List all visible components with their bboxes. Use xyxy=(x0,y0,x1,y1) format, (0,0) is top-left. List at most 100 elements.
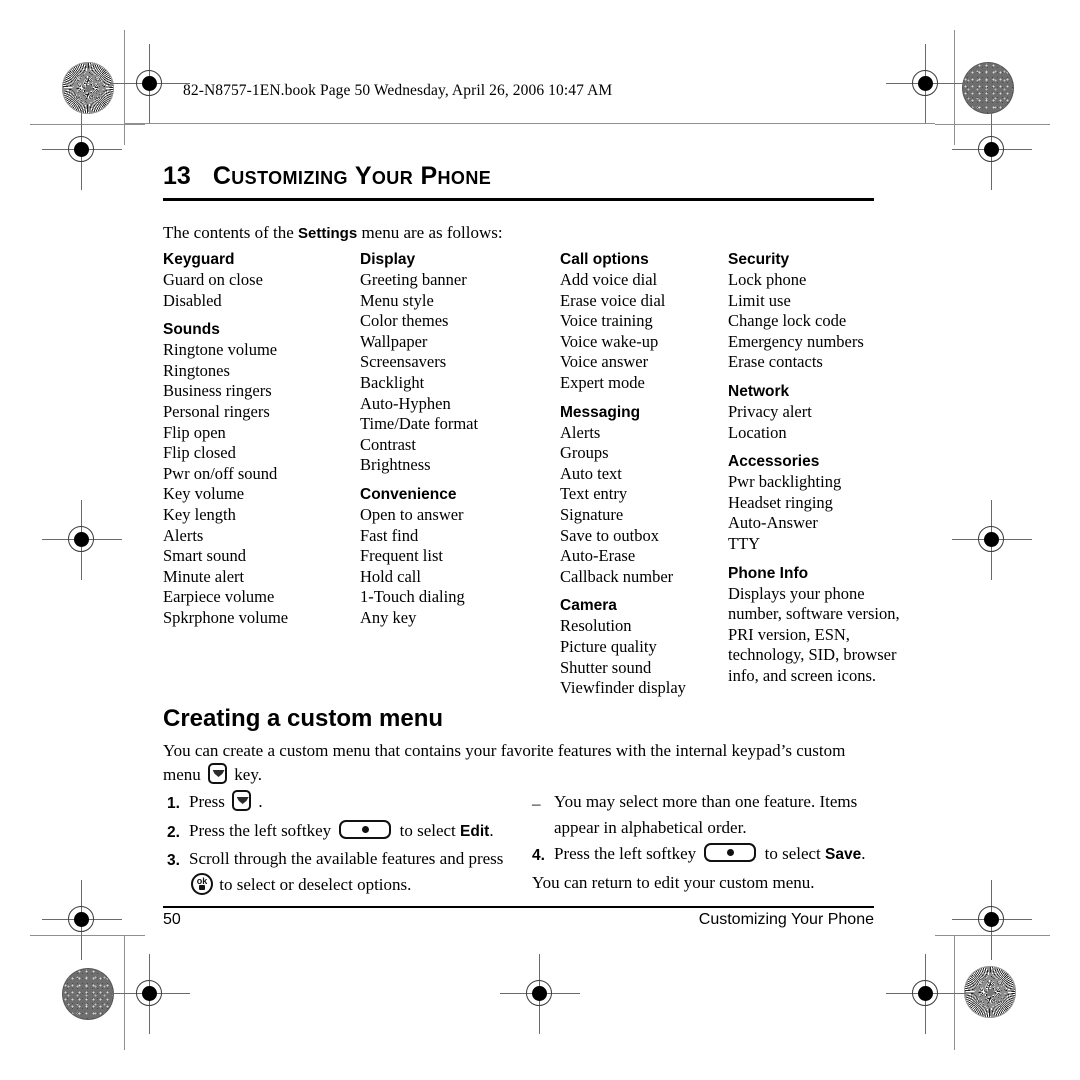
intro-text-after: menu are as follows: xyxy=(357,223,503,242)
settings-menu-item: Ringtones xyxy=(163,360,230,380)
settings-group-description: Displays your phone number, software ver… xyxy=(728,583,900,685)
settings-menu-item: Color themes xyxy=(360,311,449,331)
settings-menu-item: Groups xyxy=(560,443,609,463)
settings-menu-item: Headset ringing xyxy=(728,492,833,512)
settings-menu-item: Frequent list xyxy=(360,546,443,566)
settings-group-heading: Messaging xyxy=(560,403,641,421)
trim-line-bottomright-vertical xyxy=(954,935,956,1050)
settings-menu-item: Screensavers xyxy=(360,352,447,372)
step-text: You may select more than one feature. It… xyxy=(554,792,858,837)
settings-menu-item: Flip open xyxy=(163,422,226,442)
step-marker: 1. xyxy=(167,795,180,812)
steps-list-right: – You may select more than one feature. I… xyxy=(532,789,887,896)
step-text: Press the left softkey to select Save. xyxy=(554,843,866,863)
softkey-icon xyxy=(704,843,757,862)
registration-crosshair-bottom-right-lower xyxy=(886,954,966,1034)
settings-column-3: Call options Add voice dial Erase voice di… xyxy=(560,250,725,699)
settings-group-heading: Accessories xyxy=(728,453,820,471)
settings-menu-item: Expert mode xyxy=(560,372,645,392)
chapter-title: 13 Customizing Your Phone xyxy=(163,162,491,191)
settings-group-heading: Call options xyxy=(560,251,649,268)
settings-menu-item: Time/Date format xyxy=(360,414,479,434)
step-text: You can return to edit your custom menu. xyxy=(532,872,815,892)
section-heading: Creating a custom menu xyxy=(163,705,444,732)
trim-line-right-vertical xyxy=(954,30,956,145)
settings-menu-item: Any key xyxy=(360,607,417,627)
settings-menu-item: Voice answer xyxy=(560,352,649,372)
settings-menu-item: Key volume xyxy=(163,484,245,504)
instruction-step: 1. Press . xyxy=(167,789,517,817)
settings-group-heading: Keyguard xyxy=(163,251,235,268)
step-text: Press the left softkey to select Edit. xyxy=(189,819,494,840)
settings-column-1: Keyguard Guard on close Disabled Sounds Ring… xyxy=(163,250,353,629)
settings-group-heading: Convenience xyxy=(360,485,457,503)
settings-group-heading: Camera xyxy=(560,597,617,615)
footer-page-number: 50 xyxy=(163,911,181,928)
settings-group-heading: Network xyxy=(728,382,790,400)
settings-group-heading: Display xyxy=(360,251,416,268)
settings-menu-item: Location xyxy=(728,422,787,442)
settings-menu-item: Brightness xyxy=(360,455,431,475)
settings-menu-item: TTY xyxy=(728,533,761,553)
custom-menu-key-icon xyxy=(208,763,228,784)
sunburst-registration-disc-bottom-right xyxy=(964,966,1016,1018)
trim-line-bottomleft-vertical xyxy=(124,935,126,1050)
chapter-title-text: Customizing Your Phone xyxy=(212,162,492,190)
settings-menu-item: Personal ringers xyxy=(163,401,270,421)
settings-column-4: Security Lock phone Limit use Change lock c… xyxy=(728,250,903,687)
settings-menu-item: Auto-Answer xyxy=(728,513,818,533)
trim-line-bottomright-horizontal xyxy=(935,935,1050,937)
intro-text-before: The contents of the xyxy=(163,223,299,242)
settings-menu-item: 1-Touch dialing xyxy=(360,587,465,607)
step-bold-label: Edit xyxy=(460,822,490,840)
settings-menu-item: Backlight xyxy=(360,372,425,392)
settings-menu-item: Earpiece volume xyxy=(163,587,275,607)
settings-menu-item: Auto text xyxy=(560,463,622,483)
registration-crosshair-top-left-lower xyxy=(42,110,122,190)
registration-crosshair-bottom-left-lower xyxy=(110,954,190,1034)
settings-menu-item: Save to outbox xyxy=(560,525,659,545)
chapter-number: 13 xyxy=(163,162,191,190)
settings-menu-item: Change lock code xyxy=(728,311,847,331)
settings-menu-item: Fast find xyxy=(360,525,419,545)
registration-crosshair-top-right-lower xyxy=(952,110,1032,190)
settings-menu-item: Erase contacts xyxy=(728,352,823,372)
settings-menu-item: Greeting banner xyxy=(360,270,467,289)
settings-menu-item: Pwr backlighting xyxy=(728,472,842,492)
page-footer: 50 Customizing Your Phone xyxy=(163,911,874,929)
settings-menu-item: Alerts xyxy=(560,422,601,442)
settings-menu-item: Guard on close xyxy=(163,270,263,289)
settings-menu-item: Business ringers xyxy=(163,381,272,401)
step-bold-label: Save xyxy=(825,846,862,863)
settings-menu-item: Voice training xyxy=(560,311,653,331)
running-head: 82-N8757-1EN.book Page 50 Wednesday, Apr… xyxy=(183,82,613,99)
instruction-step: 3. Scroll through the available features … xyxy=(167,846,517,897)
registration-crosshair-top-left xyxy=(110,44,190,124)
settings-menu-item: Smart sound xyxy=(163,546,246,566)
settings-menu-item: Disabled xyxy=(163,290,222,310)
ok-key-label: ok xyxy=(196,876,208,886)
settings-menu-item: Emergency numbers xyxy=(728,331,864,351)
sunburst-registration-disc-top-left xyxy=(62,62,114,114)
noise-registration-disc-top-right xyxy=(962,62,1014,114)
settings-menu-item: Minute alert xyxy=(163,566,245,586)
settings-menu-item: Contrast xyxy=(360,434,416,454)
settings-menu-item: Lock phone xyxy=(728,270,807,289)
step-marker: 3. xyxy=(167,852,180,869)
registration-crosshair-right-middle xyxy=(952,500,1032,580)
settings-menu-item: Key length xyxy=(163,504,236,524)
settings-menu-item: Resolution xyxy=(560,616,632,636)
settings-menu-item: Open to answer xyxy=(360,504,464,524)
ok-key-icon: ok xyxy=(191,872,213,895)
trim-line-left-vertical xyxy=(124,30,126,145)
intro-bold-settings: Settings xyxy=(298,225,358,242)
registration-crosshair-left-middle xyxy=(42,500,122,580)
settings-menu-item: Signature xyxy=(560,504,624,524)
instruction-step: – You may select more than one feature. I… xyxy=(532,789,887,840)
settings-menu-item: Viewfinder display xyxy=(560,678,686,698)
instruction-step: 4. Press the left softkey to select Save. xyxy=(532,841,887,869)
settings-menu-item: Alerts xyxy=(163,525,204,545)
settings-menu-item: Spkrphone volume xyxy=(163,607,289,627)
step-marker: 4. xyxy=(532,847,545,864)
lead-text-after: key. xyxy=(230,765,262,784)
